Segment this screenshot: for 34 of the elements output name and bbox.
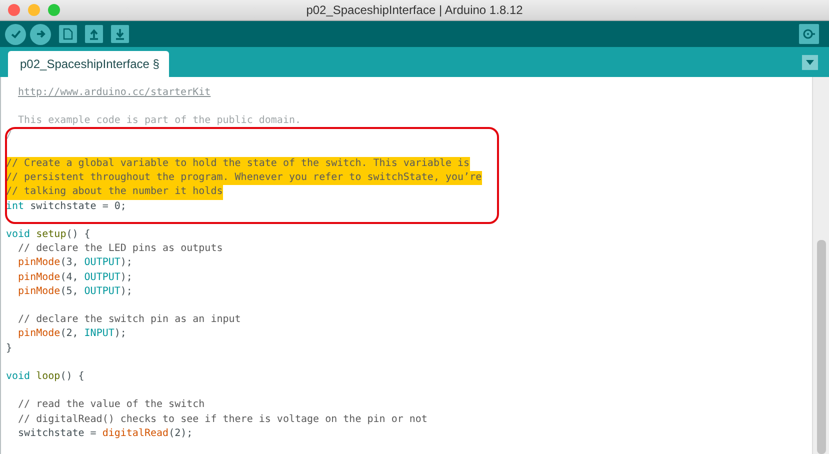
open-button[interactable] [85,25,103,43]
code-line: void setup() { [6,228,90,242]
code-line: This example code is part of the public domain. [17,114,302,128]
code-line: switchstate = digitalRead(2); [17,426,193,441]
zoom-button[interactable] [48,4,60,16]
code-line: // declare the switch pin as an input [17,313,241,328]
arrow-right-icon [34,28,46,40]
serial-monitor-button[interactable] [799,24,819,44]
caret-icon [806,60,814,65]
new-file-button[interactable] [59,25,77,43]
scrollbar[interactable] [812,77,829,454]
code-line: // declare the LED pins as outputs [17,242,223,256]
arrow-up-icon [88,28,100,40]
code-line: / [6,128,12,143]
code-line: pinMode(2, INPUT); [17,327,126,342]
magnifier-icon [802,27,816,41]
check-icon [10,28,22,40]
code-line: pinMode(5, OUTPUT); [17,284,132,299]
code-line: // digitalRead() checks to see if there is voltage on the pin or not [17,412,428,427]
window-title: p02_SpaceshipInterface | Arduino 1.8.12 [306,3,523,17]
arrow-down-icon [114,28,126,40]
sketch-tab[interactable]: p02_SpaceshipInterface § [8,51,170,77]
save-button[interactable] [111,25,129,43]
upload-button[interactable] [30,24,51,44]
code-line: } [6,342,12,356]
code-line: // read the value of the switch [17,398,205,412]
code-line: pinMode(3, OUTPUT); [17,256,132,270]
close-button[interactable] [8,4,20,16]
verify-button[interactable] [5,24,26,44]
tab-menu-button[interactable] [802,55,818,70]
file-icon [63,28,73,40]
code-line: void loop() { [6,370,84,384]
code-line: int switchstate = 0; [6,200,126,214]
code-line: pinMode(4, OUTPUT); [17,270,132,285]
